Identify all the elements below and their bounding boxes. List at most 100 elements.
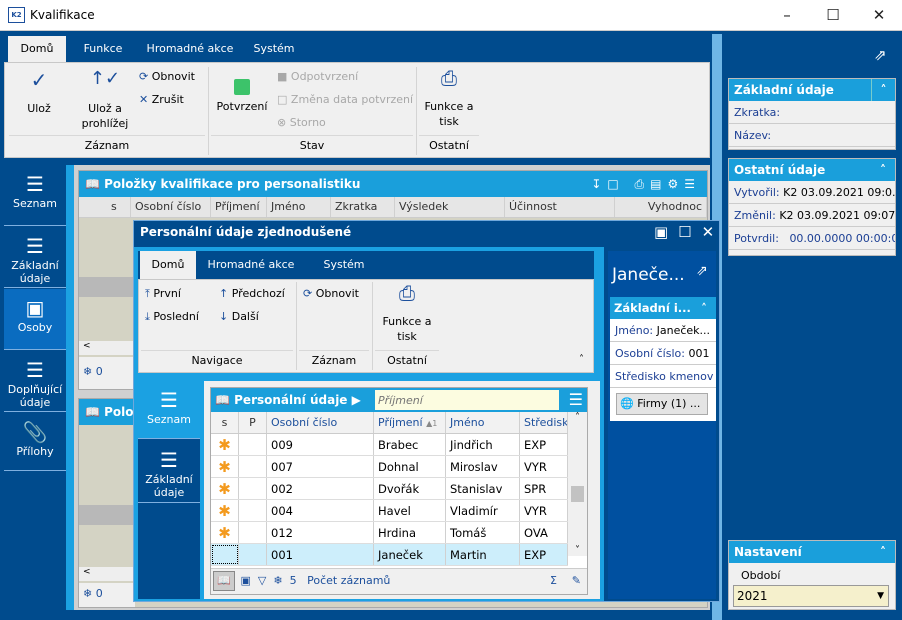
confirm-button[interactable]: Potvrzení — [211, 73, 273, 114]
horizontal-scrollbar[interactable]: < — [79, 567, 135, 581]
popout-icon[interactable]: ⇗ — [874, 46, 887, 64]
first-button[interactable]: ⤒ První — [145, 286, 181, 301]
tab-hromadne-akce[interactable]: Hromadné akce — [140, 36, 240, 62]
sum-icon[interactable]: Σ — [550, 569, 557, 593]
next-button[interactable]: ↓ Další — [219, 309, 259, 324]
print-button[interactable]: ⎙ Funkce a tisk — [419, 68, 479, 129]
col-stredisko[interactable]: Středisk — [520, 412, 568, 433]
vertical-scrollbar[interactable]: ˄ ˅ — [568, 412, 587, 556]
grid-row[interactable] — [79, 505, 135, 525]
table-row[interactable]: ✱ 012 Hrdina Tomáš OVA — [211, 522, 568, 544]
ribbon-tabs: Domů Funkce Hromadné akce Systém — [4, 36, 710, 62]
up-check-icon: ↑✓ — [89, 68, 121, 89]
filter-icon[interactable]: ▽ — [258, 574, 266, 587]
unconfirm-button[interactable]: ■ Odpotvrzení — [277, 69, 358, 84]
tab-domu[interactable]: Domů — [8, 36, 66, 62]
print-button[interactable]: ⎙ Funkce a tisk — [375, 283, 439, 344]
check-star-icon: ✓ — [30, 68, 48, 92]
x-icon: ✕ — [139, 93, 149, 106]
table-row[interactable]: ✱ 002 Dvořák Stanislav SPR — [211, 478, 568, 500]
dropdown-icon: ▼ — [877, 591, 884, 601]
archive-icon[interactable]: ▣ — [241, 574, 251, 587]
col-jmeno[interactable]: Jméno — [267, 197, 331, 217]
scrollbar-thumb[interactable] — [571, 486, 584, 502]
period-select[interactable]: 2021 ▼ — [733, 585, 889, 607]
sidebar-item-prilohy[interactable]: 📎 Přílohy — [4, 413, 66, 471]
dialog-window-controls[interactable]: ▣☐✕ — [654, 223, 724, 241]
cancel-button[interactable]: ✕ Zrušit — [139, 92, 184, 107]
tab-hromadne-akce[interactable]: Hromadné akce — [204, 251, 298, 279]
sidebar-item-zakladni-udaje[interactable]: ☰ Základní údaje — [4, 227, 66, 288]
cell-osobni-cislo: 002 — [267, 478, 374, 499]
firms-button[interactable]: 🌐 Firmy (1) ... — [616, 393, 708, 415]
chevron-up-icon[interactable]: ˄ — [871, 541, 895, 563]
change-date-button[interactable]: □ Změna data potvrzení — [277, 92, 413, 107]
section-header[interactable]: Nastavení ˄ — [729, 541, 895, 563]
tab-funkce[interactable]: Funkce — [74, 36, 132, 62]
arrow-down-icon: ⤓ — [145, 310, 150, 323]
tab-system[interactable]: Systém — [308, 251, 380, 279]
sidebar-item-doplnujici-udaje[interactable]: ☰ Doplňující údaje — [4, 351, 66, 412]
grid-row[interactable] — [79, 277, 135, 297]
col-s[interactable]: s — [211, 412, 239, 433]
tab-domu[interactable]: Domů — [140, 251, 196, 279]
refresh-button[interactable]: ⟳ Obnovit — [139, 69, 195, 84]
box-icon: ▣ — [25, 296, 45, 320]
edit-icon[interactable]: ✎ — [572, 569, 581, 593]
close-button[interactable]: ✕ — [856, 0, 902, 30]
minimize-button[interactable]: – — [764, 0, 810, 30]
last-button[interactable]: ⤓ Poslední — [145, 309, 199, 324]
storno-button[interactable]: ⊗ Storno — [277, 115, 326, 130]
section-header[interactable]: Ostatní údaje ˄ — [729, 159, 895, 181]
chevron-up-icon[interactable]: ˄ — [692, 297, 716, 319]
col-ucinnost[interactable]: Účinnost — [505, 197, 615, 217]
cell-stredisko: VYR — [520, 500, 568, 521]
detail-panel: Janeče... ⇗ Základní i... ˄ Jméno: Janeče… — [608, 251, 716, 599]
popout-icon[interactable]: ⇗ — [696, 263, 708, 279]
col-osobni-cislo[interactable]: Osobní číslo — [267, 412, 374, 433]
menu-icon[interactable]: ☰ — [569, 388, 583, 412]
search-input[interactable] — [375, 390, 559, 410]
refresh-button[interactable]: ⟳ Obnovit — [303, 286, 359, 301]
chevron-up-icon[interactable]: ˄ — [871, 79, 895, 101]
save-and-view-button[interactable]: ↑✓ Ulož a prohlížej — [71, 68, 139, 131]
play-dropdown-icon[interactable]: ▶ — [352, 393, 361, 407]
table-row[interactable]: ✱ 004 Havel Vladimír VYR — [211, 500, 568, 522]
sidebar-item-seznam[interactable]: ☰ Seznam — [4, 165, 66, 226]
snowflake-icon[interactable]: ❄ — [273, 574, 282, 587]
col-jmeno[interactable]: Jméno — [446, 412, 520, 433]
field-zkratka[interactable]: Zkratka: — [729, 101, 895, 124]
col-zkratka[interactable]: Zkratka — [331, 197, 395, 217]
horizontal-scrollbar[interactable]: < — [79, 341, 135, 355]
grid-toolbar-icons[interactable]: ↧□ ⎙▤⚙☰ — [591, 171, 701, 197]
table-row[interactable]: ✱ 007 Dohnal Miroslav VYR — [211, 456, 568, 478]
cell-p — [239, 478, 267, 499]
save-button[interactable]: ✓ Ulož — [15, 68, 63, 116]
col-p[interactable]: P — [239, 412, 267, 433]
dialog-title: Personální údaje zjednodušené — [140, 225, 352, 239]
sidebar-item-zakladni-udaje[interactable]: ☰ Základní údaje — [138, 441, 200, 503]
col-s[interactable]: s — [107, 197, 131, 217]
book-icon[interactable]: 📖 — [213, 571, 235, 591]
group-zaznam: Záznam — [9, 135, 205, 152]
table-row[interactable]: ✱ 009 Brabec Jindřich EXP — [211, 434, 568, 456]
sidebar-item-osoby[interactable]: ▣ Osoby — [4, 289, 66, 350]
previous-button[interactable]: ↑ Předchozí — [219, 286, 285, 301]
col-osobni-cislo[interactable]: Osobní číslo — [131, 197, 211, 217]
section-header[interactable]: Základní i... ˄ — [610, 297, 716, 319]
maximize-button[interactable]: ☐ — [810, 0, 856, 30]
record-count-label[interactable]: Počet záznamů — [307, 574, 390, 587]
col-prijmeni[interactable]: Příjmení ▲1 — [374, 412, 446, 433]
col-vyhodnoceni[interactable]: Vyhodnoc — [615, 197, 707, 217]
col-vysledek[interactable]: Výsledek — [395, 197, 505, 217]
new-record-icon: ✱ — [211, 522, 239, 543]
sidebar-item-seznam[interactable]: ☰ Seznam — [138, 381, 200, 439]
section-header[interactable]: Základní údaje ˄ — [729, 79, 895, 101]
chevron-up-icon[interactable]: ˄ — [871, 159, 895, 181]
collapse-ribbon-icon[interactable]: ˄ — [579, 354, 584, 365]
splitter[interactable] — [66, 165, 74, 610]
field-nazev[interactable]: Název: — [729, 124, 895, 147]
table-row[interactable]: 001 Janeček Martin EXP — [211, 544, 568, 566]
col-prijmeni[interactable]: Příjmení — [211, 197, 267, 217]
tab-system[interactable]: Systém — [248, 36, 300, 62]
